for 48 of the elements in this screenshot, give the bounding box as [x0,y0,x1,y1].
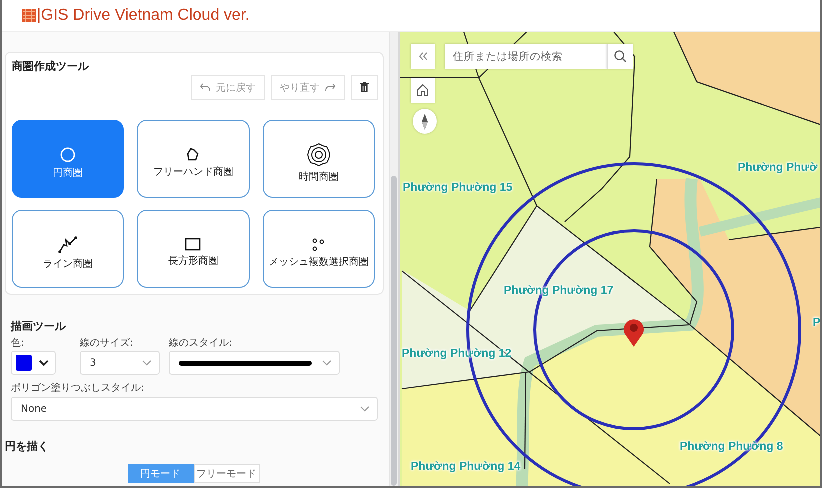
trade-area-option[interactable]: フリーハンド商圏 [137,120,250,198]
home-icon [417,84,429,97]
circle-icon [60,146,76,162]
chevron-down-icon [39,360,49,366]
district-label: Phường Phường 14 [411,461,521,473]
district-label: Phường Phườ [738,162,818,174]
double-chevron-left-icon [418,52,428,61]
line-style-select[interactable] [169,351,340,375]
search-icon [614,50,627,63]
logo-icon [22,9,36,22]
dots-icon [312,238,326,252]
trade-area-option[interactable]: 長方形商圏 [137,210,250,288]
section-title: 円を描く [5,439,50,454]
undo-icon [200,83,211,92]
trade-area-option[interactable]: 円商圏 [12,120,124,198]
app-title: |GIS Drive Vietnam Cloud ver. [37,6,250,24]
chevron-down-icon [360,406,370,412]
search-button[interactable] [607,44,633,69]
section-title: 描画ツール [11,319,67,334]
trade-area-option[interactable]: ライン商圏 [12,210,124,288]
chevron-down-icon [322,360,332,366]
fill-style-select[interactable]: None [11,397,378,421]
rectangle-icon [185,238,202,251]
delete-button[interactable] [351,75,378,100]
trade-area-option[interactable]: メッシュ複数選択商圏 [262,210,375,288]
trade-area-option[interactable]: 時間商圏 [262,120,375,198]
compass-button[interactable] [413,109,437,134]
polyline-icon [58,236,78,254]
fill-style-label: ポリゴン塗りつぶしスタイル: [11,382,146,395]
collapse-button[interactable] [411,44,435,69]
redo-icon [325,83,336,92]
home-button[interactable] [411,78,435,103]
search-field[interactable]: 住所または場所の検索 [445,44,607,69]
compass-icon [421,114,429,130]
pentagon-icon [186,148,200,162]
mode-toggle[interactable]: フリーモード [194,464,260,483]
line-style-label: 線のスタイル: [169,337,234,350]
color-label: 色: [11,337,26,350]
line-size-label: 線のサイズ: [80,337,134,350]
color-picker[interactable] [11,351,56,375]
line-size-select[interactable]: 3 [80,351,160,375]
chevron-down-icon [142,360,152,366]
district-label: P [813,317,820,329]
map-pin-icon[interactable] [624,320,644,347]
section-title: 商圏作成ツール [11,59,90,74]
trash-icon [360,82,369,93]
district-label: Phường Phường 15 [403,182,513,194]
concentric-polygon-icon [306,142,331,166]
